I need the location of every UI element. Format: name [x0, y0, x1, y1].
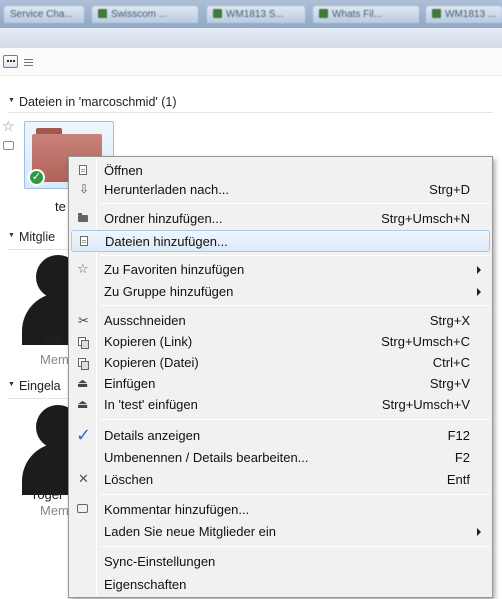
member-role: Mem [40, 503, 69, 518]
document-icon [76, 164, 90, 178]
menu-item-add-favorites[interactable]: ☆ Zu Favoriten hinzufügen [71, 259, 490, 281]
collapse-triangle-icon: ▼ [8, 381, 15, 388]
menu-item-download[interactable]: ⇩ Herunterladen nach... Strg+D [71, 179, 490, 201]
menu-item-rename[interactable]: Umbenennen / Details bearbeiten... F2 [71, 447, 490, 469]
menu-separator [100, 419, 489, 420]
section-invited-header[interactable]: ▼ Eingela [8, 379, 61, 393]
section-divider [8, 398, 68, 399]
menu-item-copy-file[interactable]: Kopieren (Datei) Ctrl+C [71, 352, 490, 374]
copy-icon [76, 356, 90, 370]
star-icon: ☆ [77, 261, 89, 276]
browser-tab-strip: Service Cha... Swisscom ... WM1813 S... … [0, 0, 502, 28]
tab-icon [432, 9, 441, 18]
menu-separator [100, 305, 489, 306]
view-toolbar [0, 48, 502, 76]
member-name[interactable]: roger [33, 487, 63, 502]
comment-icon[interactable] [3, 141, 14, 150]
menu-item-copy-link[interactable]: Kopieren (Link) Strg+Umsch+C [71, 331, 490, 353]
list-view-icon[interactable] [22, 55, 37, 68]
submenu-arrow-icon [477, 266, 481, 274]
download-icon: ⇩ [79, 182, 90, 196]
delete-icon: ✕ [78, 471, 89, 486]
context-menu: Öffnen ⇩ Herunterladen nach... Strg+D Or… [68, 156, 493, 598]
avatar[interactable] [22, 405, 68, 495]
menu-separator [100, 255, 489, 256]
favorite-star-icon[interactable]: ☆ [2, 118, 15, 135]
tab-icon [98, 9, 107, 18]
member-name[interactable]: dbl [44, 332, 61, 347]
menu-item-delete[interactable]: ✕ Löschen Entf [71, 469, 490, 491]
section-files-header[interactable]: ▼ Dateien in 'marcoschmid' (1) [8, 95, 177, 109]
collapse-triangle-icon: ▼ [8, 232, 15, 239]
paste-icon: ⏏ [77, 376, 89, 390]
member-role: Mem [40, 352, 69, 367]
collapse-triangle-icon: ▼ [8, 97, 15, 104]
section-divider [8, 249, 68, 250]
comment-icon [76, 503, 90, 517]
menu-item-add-group[interactable]: Zu Gruppe hinzufügen [71, 281, 490, 303]
copy-icon [76, 335, 90, 349]
folder-icon [76, 212, 90, 226]
tab-3[interactable]: WM1813 S... [207, 6, 305, 23]
folder-label[interactable]: te [55, 199, 66, 214]
menu-item-add-folder[interactable]: Ordner hinzufügen... Strg+Umsch+N [71, 208, 490, 230]
tab-2[interactable]: Swisscom ... [92, 6, 198, 23]
scissors-icon: ✂ [78, 313, 89, 328]
menu-item-sync-settings[interactable]: Sync-Einstellungen [71, 551, 490, 573]
menu-item-invite[interactable]: Laden Sie neue Mitglieder ein [71, 521, 490, 543]
menu-separator [100, 203, 489, 204]
submenu-arrow-icon [477, 528, 481, 536]
submenu-arrow-icon [477, 288, 481, 296]
paste-icon: ⏏ [77, 397, 89, 411]
checkmark-icon: ✓ [76, 425, 92, 445]
tab-icon [319, 9, 328, 18]
tab-5[interactable]: WM1813 ... [426, 6, 502, 23]
menu-separator [100, 494, 489, 495]
menu-item-add-files[interactable]: Dateien hinzufügen... [71, 230, 490, 252]
check-icon: ✓ [28, 169, 45, 186]
menu-item-cut[interactable]: ✂ Ausschneiden Strg+X [71, 310, 490, 332]
menu-item-details[interactable]: ✓ Details anzeigen F12 [71, 425, 490, 447]
tab-1[interactable]: Service Cha... [4, 6, 84, 23]
grid-view-icon[interactable] [3, 55, 18, 68]
document-icon [77, 235, 91, 249]
menu-item-comment[interactable]: Kommentar hinzufügen... [71, 499, 490, 521]
menu-item-paste-into[interactable]: ⏏ In 'test' einfügen Strg+Umsch+V [71, 394, 490, 416]
menu-item-paste[interactable]: ⏏ Einfügen Strg+V [71, 373, 490, 395]
menu-item-properties[interactable]: Eigenschaften [71, 574, 490, 596]
tab-icon [213, 9, 222, 18]
header-band [0, 28, 502, 48]
section-members-header[interactable]: ▼ Mitglie [8, 230, 55, 244]
tab-4[interactable]: Whats Fil... [313, 6, 419, 23]
menu-separator [100, 546, 489, 547]
section-divider [8, 112, 493, 113]
